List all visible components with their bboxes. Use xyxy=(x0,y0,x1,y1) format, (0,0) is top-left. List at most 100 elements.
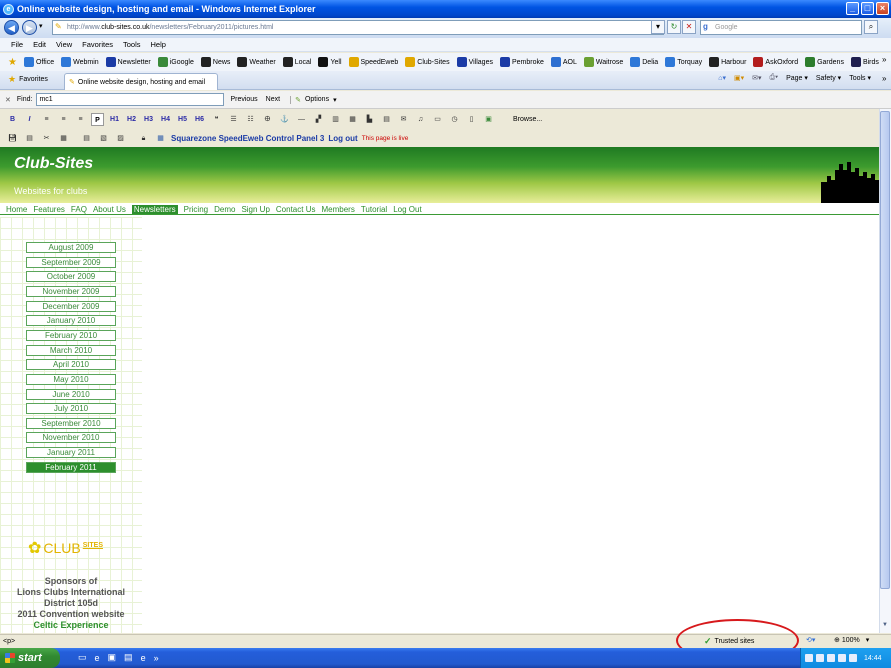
quicklaunch-ie-icon[interactable]: e xyxy=(95,653,100,663)
align-left-button[interactable]: ≡ xyxy=(40,113,53,126)
anchor-icon[interactable]: ⚓ xyxy=(278,113,291,126)
favorite-link-waitrose[interactable]: Waitrose xyxy=(583,57,623,67)
music-icon[interactable]: ♫ xyxy=(414,113,427,126)
unordered-list-icon[interactable]: ☷ xyxy=(244,113,257,126)
quicklaunch-browser-icon[interactable]: e xyxy=(141,653,146,663)
favorite-link-news[interactable]: News xyxy=(200,57,230,67)
forward-button[interactable]: ▶ xyxy=(22,20,37,35)
month-link[interactable]: February 2011 xyxy=(26,461,116,473)
ordered-list-icon[interactable]: ☰ xyxy=(227,113,240,126)
print-icon[interactable]: ⎙▾ xyxy=(770,74,779,82)
favorite-link-weather[interactable]: Weather xyxy=(237,57,276,67)
favorite-link-pembroke[interactable]: Pembroke xyxy=(499,57,544,67)
month-link[interactable]: September 2009 xyxy=(26,256,116,268)
h2-button[interactable]: H2 xyxy=(125,113,138,126)
close-button[interactable]: × xyxy=(876,2,889,15)
month-link[interactable]: November 2009 xyxy=(26,285,116,297)
site-nav-newsletters[interactable]: Newsletters xyxy=(131,204,178,214)
feeds-icon[interactable]: ▣▾ xyxy=(734,74,744,82)
align-right-button[interactable]: ≡ xyxy=(74,113,87,126)
address-dropdown-icon[interactable]: ▾ xyxy=(651,20,665,34)
links-overflow-icon[interactable]: » xyxy=(882,55,886,64)
favorite-link-harbour[interactable]: Harbour xyxy=(709,57,746,67)
month-link[interactable]: January 2010 xyxy=(26,315,116,327)
site-nav-home[interactable]: Home xyxy=(6,205,27,214)
clock-icon[interactable]: ◷ xyxy=(448,113,461,126)
back-button[interactable]: ◀ xyxy=(4,20,19,35)
page-menu[interactable]: Page ▾ xyxy=(786,74,808,82)
favorite-link-newsletter[interactable]: Newsletter xyxy=(105,57,151,67)
stop-icon[interactable]: ✕ xyxy=(682,20,696,34)
minimize-button[interactable]: _ xyxy=(846,2,859,15)
tray-icon-5[interactable] xyxy=(849,654,857,662)
site-nav-members[interactable]: Members xyxy=(321,205,354,214)
control-panel-logout[interactable]: Log out xyxy=(328,134,357,143)
search-input[interactable]: Google xyxy=(700,20,862,35)
month-link[interactable]: May 2010 xyxy=(26,373,116,385)
favorite-link-birds[interactable]: Birds xyxy=(850,57,879,67)
zoom-control[interactable]: ⊕ 100% ▾ xyxy=(834,636,869,645)
chart-icon[interactable]: ▙ xyxy=(363,113,376,126)
h3-button[interactable]: H3 xyxy=(142,113,155,126)
menu-help[interactable]: Help xyxy=(151,40,166,49)
tray-icon-3[interactable] xyxy=(827,654,835,662)
favorite-link-speedeweb[interactable]: SpeedEweb xyxy=(348,57,398,67)
h5-button[interactable]: H5 xyxy=(176,113,189,126)
month-link[interactable]: March 2010 xyxy=(26,344,116,356)
email-icon[interactable]: ✉ xyxy=(397,113,410,126)
celtic-experience-link[interactable]: Celtic Experience xyxy=(0,620,142,631)
start-button[interactable]: start xyxy=(0,648,60,668)
favorite-link-webmin[interactable]: Webmin xyxy=(61,57,99,67)
quicklaunch-app-icon[interactable]: ▤ xyxy=(124,652,133,663)
link-globe-icon[interactable]: 🜨 xyxy=(261,113,274,126)
favorite-link-villages[interactable]: Villages xyxy=(456,57,493,67)
site-nav-log-out[interactable]: Log Out xyxy=(393,205,421,214)
favorite-link-igoogle[interactable]: iGoogle xyxy=(157,57,194,67)
safety-menu[interactable]: Safety ▾ xyxy=(816,74,841,82)
favorite-link-askoxford[interactable]: AskOxford xyxy=(753,57,798,67)
horizontal-rule-icon[interactable]: — xyxy=(295,113,308,126)
calendar-icon[interactable]: ▭ xyxy=(431,113,444,126)
scroll-down-icon[interactable]: ▼ xyxy=(880,622,890,632)
image-icon[interactable]: ▣ xyxy=(482,113,495,126)
find-options-button[interactable]: Options xyxy=(305,96,329,103)
form-icon[interactable]: ▤ xyxy=(380,113,393,126)
favorite-link-aol[interactable]: AOL xyxy=(550,57,577,67)
favorite-link-club-sites[interactable]: Club-Sites xyxy=(405,57,450,67)
menu-favorites[interactable]: Favorites xyxy=(82,40,113,49)
columns-icon[interactable]: ▥ xyxy=(329,113,342,126)
bold-button[interactable]: B xyxy=(6,113,19,126)
align-center-button[interactable]: ≡ xyxy=(57,113,70,126)
favorite-link-office[interactable]: Office xyxy=(23,57,54,67)
month-link[interactable]: December 2009 xyxy=(26,300,116,312)
month-link[interactable]: June 2010 xyxy=(26,388,116,400)
blockquote-icon[interactable]: ❝ xyxy=(210,113,223,126)
protected-mode-icon[interactable]: ⟲▾ xyxy=(806,636,815,644)
browse-button[interactable]: Browse... xyxy=(513,116,542,123)
tab-active[interactable]: ✎ Online website design, hosting and ema… xyxy=(64,73,218,90)
site-nav-about-us[interactable]: About Us xyxy=(93,205,126,214)
cut-icon[interactable]: ✂ xyxy=(40,132,53,145)
month-link[interactable]: July 2010 xyxy=(26,403,116,415)
lock-icon[interactable]: 🔒︎ xyxy=(137,132,150,145)
site-nav-contact-us[interactable]: Contact Us xyxy=(276,205,316,214)
month-link[interactable]: February 2010 xyxy=(26,329,116,341)
quicklaunch-overflow-icon[interactable]: » xyxy=(154,653,159,663)
find-previous-button[interactable]: Previous xyxy=(230,96,257,103)
cmdbar-overflow-icon[interactable]: » xyxy=(882,74,886,83)
tray-icon-2[interactable] xyxy=(816,654,824,662)
italic-button[interactable]: I xyxy=(23,113,36,126)
site-nav-pricing[interactable]: Pricing xyxy=(184,205,208,214)
doc-icon[interactable]: ▤ xyxy=(80,132,93,145)
save-icon[interactable]: 💾︎ xyxy=(6,132,19,145)
add-favorite-star-icon[interactable]: ★ xyxy=(8,57,17,68)
tools-menu[interactable]: Tools ▾ xyxy=(849,74,871,82)
favorites-button[interactable]: ★ Favorites xyxy=(8,74,48,85)
mail-icon[interactable]: ✉▾ xyxy=(752,74,761,82)
layout-icon[interactable]: ▞ xyxy=(312,113,325,126)
favorite-link-delia[interactable]: Delia xyxy=(630,57,658,67)
site-nav-faq[interactable]: FAQ xyxy=(71,205,87,214)
h1-button[interactable]: H1 xyxy=(108,113,121,126)
favorite-link-gardens[interactable]: Gardens xyxy=(805,57,844,67)
favorite-link-local[interactable]: Local xyxy=(282,57,311,67)
